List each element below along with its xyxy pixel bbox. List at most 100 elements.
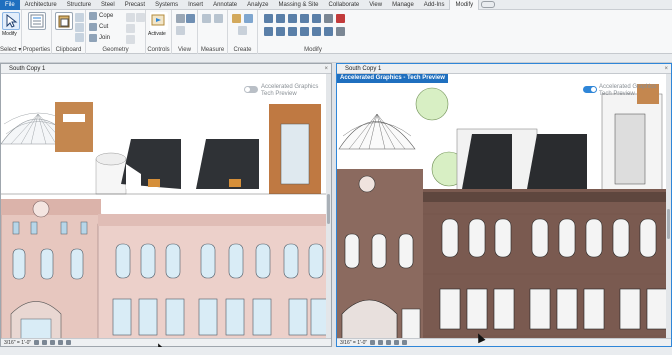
linework-icon[interactable]: [176, 26, 185, 35]
select-dropdown[interactable]: Select ▾: [0, 46, 21, 53]
create-parts-icon[interactable]: [244, 14, 253, 23]
panel-geometry: Cope Cut Join Geometry: [86, 10, 146, 54]
tab-modify[interactable]: Modify: [449, 0, 480, 10]
view-scale-right[interactable]: 3/16" = 1'-0": [340, 339, 367, 347]
tab-view[interactable]: View: [364, 0, 387, 10]
properties-button[interactable]: [28, 12, 46, 30]
copy-icon[interactable]: [75, 23, 84, 32]
view-pane-right[interactable]: South Copy 1 × Accelerated Graphics - Te…: [336, 63, 672, 347]
copy-element-icon[interactable]: [276, 27, 285, 36]
cope-label: Cope: [99, 13, 114, 19]
detail-level-icon[interactable]: [34, 340, 40, 345]
demolish-icon[interactable]: [136, 13, 145, 22]
visual-style-icon[interactable]: [42, 340, 48, 345]
tab-precast[interactable]: Precast: [120, 0, 150, 10]
accel-line1-right: Accelerated Graphics: [599, 84, 657, 90]
modify-panel-label: Modify: [304, 47, 322, 53]
view-pane-left[interactable]: South Copy 1 × Accelerated Graphics Tech…: [0, 63, 332, 347]
match-properties-icon[interactable]: [75, 33, 84, 42]
tab-steel[interactable]: Steel: [96, 0, 120, 10]
mirror-axis-icon[interactable]: [288, 14, 297, 23]
cope-tool[interactable]: Cope: [89, 12, 113, 20]
view-tab-left[interactable]: South Copy 1 ×: [1, 64, 331, 74]
move-icon[interactable]: [264, 27, 273, 36]
panel-controls: Activate Controls: [146, 10, 172, 54]
elevation-canvas-left[interactable]: [1, 74, 331, 338]
split-face-icon[interactable]: [126, 24, 135, 33]
rotate-icon[interactable]: [288, 27, 297, 36]
sun-path-icon[interactable]: [386, 340, 392, 345]
tab-massing-site[interactable]: Massing & Site: [273, 0, 323, 10]
sun-path-icon[interactable]: [50, 340, 56, 345]
cursor-arrow-icon: [6, 13, 18, 28]
shadows-icon[interactable]: [58, 340, 64, 345]
array-icon[interactable]: [312, 27, 321, 36]
measure-icon[interactable]: [202, 14, 211, 23]
join-label: Join: [99, 35, 111, 41]
join-tool[interactable]: Join: [89, 34, 110, 42]
scroll-thumb-left[interactable]: [327, 194, 330, 224]
tab-manage[interactable]: Manage: [387, 0, 419, 10]
view-name-tooltip: Accelerated Graphics - Tech Preview: [337, 74, 448, 83]
close-icon[interactable]: ×: [664, 64, 668, 74]
shadows-icon[interactable]: [394, 340, 400, 345]
cut-icon[interactable]: [75, 13, 84, 22]
tab-annotate[interactable]: Annotate: [208, 0, 242, 10]
visual-style-icon[interactable]: [378, 340, 384, 345]
trim-icon[interactable]: [300, 27, 309, 36]
scrollbar-right[interactable]: [666, 74, 671, 338]
detail-level-icon[interactable]: [370, 340, 376, 345]
align-icon[interactable]: [264, 14, 273, 23]
modify-tool-button[interactable]: [2, 12, 20, 30]
offset-icon[interactable]: [276, 14, 285, 23]
paste-button[interactable]: [55, 12, 73, 30]
cut-geometry-icon: [89, 23, 97, 31]
ribbon-tabs: File Architecture Structure Steel Precas…: [0, 0, 672, 10]
view-tab-right[interactable]: South Copy 1 ×: [337, 64, 671, 74]
tab-insert[interactable]: Insert: [183, 0, 208, 10]
panel-select: Modify Select ▾: [0, 10, 22, 54]
mirror-draw-icon[interactable]: [300, 14, 309, 23]
accel-line2-right: Tech Preview: [599, 91, 635, 97]
tab-architecture[interactable]: Architecture: [20, 0, 62, 10]
dimension-icon[interactable]: [214, 14, 223, 23]
panel-create: Create: [228, 10, 258, 54]
tab-collaborate[interactable]: Collaborate: [324, 0, 365, 10]
view-title-right: South Copy 1: [345, 66, 382, 72]
split-icon[interactable]: [312, 14, 321, 23]
view-scale-left[interactable]: 3/16" = 1'-0": [4, 339, 31, 347]
override-graphics-icon[interactable]: [186, 14, 195, 23]
accel-line1-left: Accelerated Graphics: [261, 84, 319, 90]
tab-systems[interactable]: Systems: [150, 0, 183, 10]
close-icon[interactable]: ×: [324, 64, 328, 74]
cut-geometry-tool[interactable]: Cut: [89, 23, 108, 31]
unpin-icon[interactable]: [336, 27, 345, 36]
accel-label-right: Accelerated Graphics Tech Preview: [599, 84, 656, 98]
tab-file[interactable]: File: [0, 0, 20, 10]
accelerated-graphics-toggle-right[interactable]: [583, 86, 597, 93]
crop-view-icon[interactable]: [66, 340, 72, 345]
accelerated-graphics-toggle-left[interactable]: [244, 86, 258, 93]
create-group-icon[interactable]: [232, 14, 241, 23]
geometry-panel-label: Geometry: [102, 47, 129, 53]
tab-structure[interactable]: Structure: [62, 0, 96, 10]
create-similar-icon[interactable]: [238, 26, 247, 35]
scroll-thumb-right[interactable]: [667, 209, 670, 239]
pin-icon[interactable]: [324, 14, 333, 23]
paint-icon[interactable]: [126, 35, 135, 44]
panel-modify: Modify: [258, 10, 368, 54]
properties-icon: [30, 14, 44, 28]
tab-analyze[interactable]: Analyze: [242, 0, 273, 10]
wall-joins-icon[interactable]: [126, 13, 135, 22]
accel-line2-left: Tech Preview: [261, 91, 297, 97]
hide-in-view-icon[interactable]: [176, 14, 185, 23]
scrollbar-left[interactable]: [326, 74, 331, 338]
crop-view-icon[interactable]: [402, 340, 408, 345]
scale-icon[interactable]: [324, 27, 333, 36]
panel-clipboard: Clipboard: [52, 10, 86, 54]
tab-add-ins[interactable]: Add-Ins: [419, 0, 450, 10]
activate-button[interactable]: [150, 12, 168, 30]
ribbon-options-icon[interactable]: [481, 1, 496, 8]
elevation-canvas-right[interactable]: [337, 74, 671, 338]
delete-icon[interactable]: [336, 14, 345, 23]
